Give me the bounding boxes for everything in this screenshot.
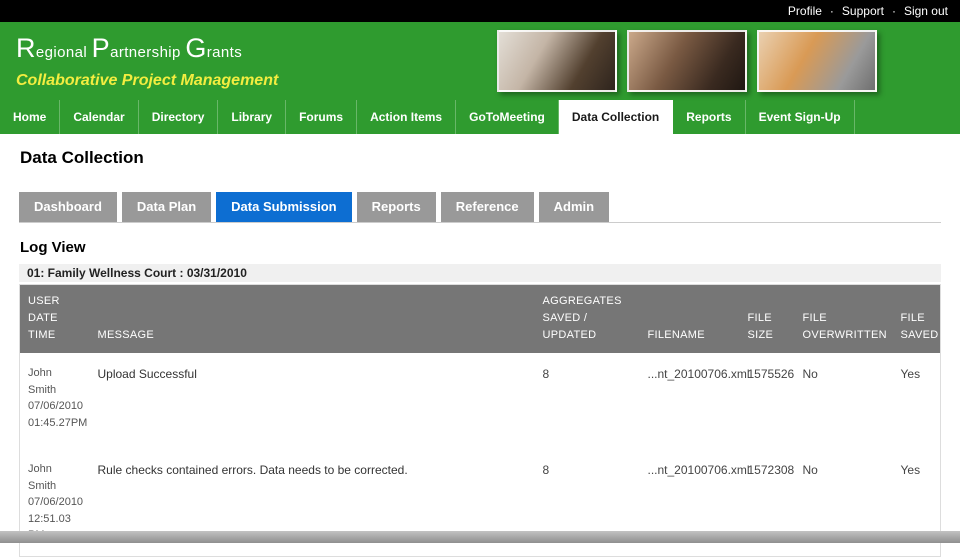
log-user-cell: JohnSmith07/06/201001:45.27PM [20, 353, 90, 449]
site-title-capital: G [185, 33, 206, 63]
col-header-file-size: FILESIZE [740, 285, 795, 354]
col-header-user-date-time: USERDATETIME [20, 285, 90, 354]
nav-tab-home[interactable]: Home [0, 100, 60, 134]
log-context-bar: 01: Family Wellness Court : 03/31/2010 [19, 264, 941, 282]
nav-tab-event-sign-up[interactable]: Event Sign-Up [746, 100, 855, 134]
subtab-data-submission[interactable]: Data Submission [216, 192, 351, 222]
branding: Regional Partnership Grants Collaborativ… [16, 33, 278, 90]
site-title-capital: P [92, 33, 110, 63]
family-photo-3 [757, 30, 877, 92]
log-filename-cell: ...nt_20100706.xml [640, 353, 740, 449]
subtab-data-plan[interactable]: Data Plan [122, 192, 211, 222]
log-table-body: JohnSmith07/06/201001:45.27PMUpload Succ… [20, 353, 941, 556]
sign-out-link[interactable]: Sign out [904, 4, 948, 18]
main-nav: HomeCalendarDirectoryLibraryForumsAction… [0, 100, 960, 134]
log-file-size-cell: 1575526 [740, 353, 795, 449]
family-photo-2 [627, 30, 747, 92]
site-title-capital: R [16, 33, 36, 63]
col-header-file-saved: FILESAVED [893, 285, 941, 354]
col-header-aggregates-saved-updated: AGGREGATESSAVED /UPDATED [535, 285, 640, 354]
subtab-admin[interactable]: Admin [539, 192, 609, 222]
subtab-reference[interactable]: Reference [441, 192, 534, 222]
log-table: USERDATETIMEMESSAGEAGGREGATESSAVED /UPDA… [19, 284, 941, 557]
top-utility-bar: Profile · Support · Sign out [0, 0, 960, 22]
nav-tab-data-collection[interactable]: Data Collection [559, 100, 673, 134]
page-title: Data Collection [20, 148, 941, 168]
subtab-bar: DashboardData PlanData SubmissionReports… [19, 192, 941, 223]
nav-tab-forums[interactable]: Forums [286, 100, 357, 134]
nav-tab-reports[interactable]: Reports [673, 100, 745, 134]
log-message-cell: Upload Successful [90, 353, 535, 449]
topbar-separator: · [830, 4, 834, 18]
log-row: JohnSmith07/06/201001:45.27PMUpload Succ… [20, 353, 941, 449]
page-footer [0, 531, 960, 543]
nav-tab-library[interactable]: Library [218, 100, 286, 134]
subtab-reports[interactable]: Reports [357, 192, 436, 222]
nav-tab-action-items[interactable]: Action Items [357, 100, 456, 134]
header-photo-strip [497, 30, 877, 92]
col-header-filename: FILENAME [640, 285, 740, 354]
log-view-heading: Log View [20, 239, 941, 256]
log-file-saved-cell: Yes [893, 353, 941, 449]
topbar-separator: · [892, 4, 896, 18]
site-subtitle: Collaborative Project Management [16, 72, 278, 90]
log-table-header-row: USERDATETIMEMESSAGEAGGREGATESSAVED /UPDA… [20, 285, 941, 354]
support-link[interactable]: Support [842, 4, 884, 18]
nav-tab-gotomeeting[interactable]: GoToMeeting [456, 100, 559, 134]
topbar-links: Profile · Support · Sign out [788, 2, 948, 20]
log-aggregates-cell: 8 [535, 353, 640, 449]
content-area: Data Collection DashboardData PlanData S… [0, 148, 960, 557]
profile-link[interactable]: Profile [788, 4, 822, 18]
subtab-dashboard[interactable]: Dashboard [19, 192, 117, 222]
col-header-file-overwritten: FILEOVERWRITTEN [795, 285, 893, 354]
col-header-message: MESSAGE [90, 285, 535, 354]
family-photo-1 [497, 30, 617, 92]
nav-tab-directory[interactable]: Directory [139, 100, 219, 134]
site-title: Regional Partnership Grants [16, 33, 278, 68]
nav-tab-calendar[interactable]: Calendar [60, 100, 138, 134]
log-file-overwritten-cell: No [795, 353, 893, 449]
site-header: Regional Partnership Grants Collaborativ… [0, 22, 960, 100]
